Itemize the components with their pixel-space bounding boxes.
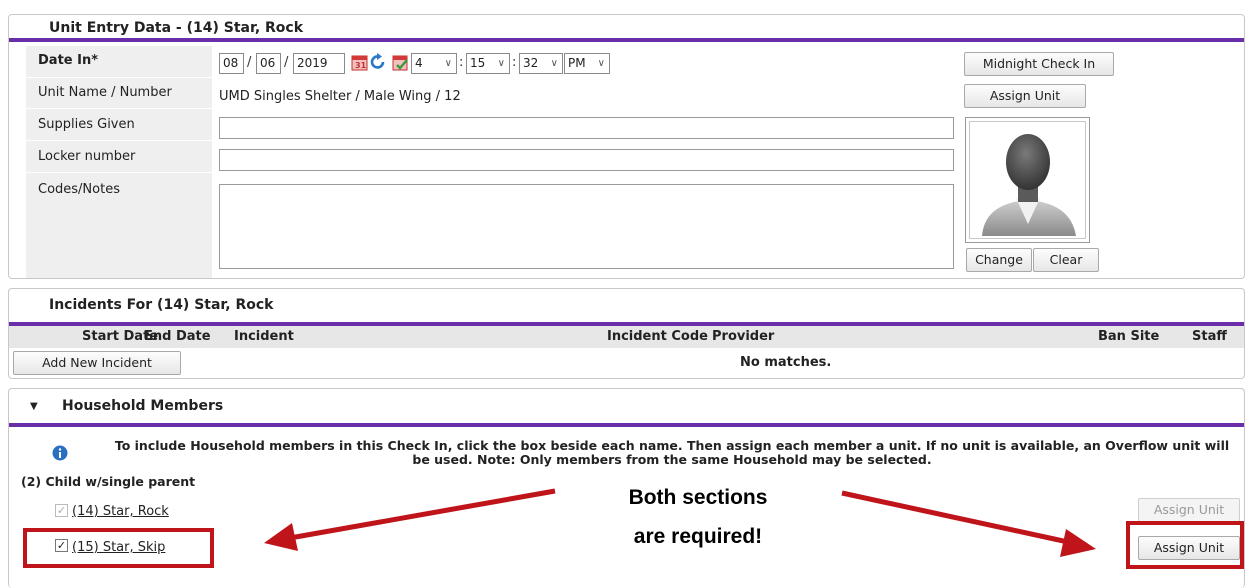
change-photo-button[interactable]: Change [966,248,1032,272]
incidents-grid-header: Start Date End Date Incident Incident Co… [9,326,1244,348]
date-separator: / [247,55,252,70]
time-separator: : [459,55,464,70]
highlight-box-left [23,528,214,568]
member-checkbox-rock: ✓ [55,504,68,517]
refresh-icon[interactable] [369,53,387,72]
col-incident[interactable]: Incident [234,326,294,348]
calendar-check-icon[interactable] [392,53,410,72]
calendar-icon[interactable]: 31 [351,53,369,72]
household-info-text: To include Household members in this Che… [114,438,1230,467]
household-group-label: (2) Child w/single parent [21,474,196,489]
minute-value: 15 [470,56,486,70]
avatar [982,134,1076,236]
hour-select[interactable]: 4 ∨ [411,53,457,74]
col-incident-code[interactable]: Incident Code [607,326,708,348]
household-title-bar: ▼ Household Members [9,389,1244,427]
clear-photo-button[interactable]: Clear [1033,248,1099,272]
codes-notes-label: Codes/Notes [38,182,120,197]
household-title: Household Members [62,398,224,414]
supplies-given-label: Supplies Given [38,117,135,132]
assign-unit-button[interactable]: Assign Unit [964,84,1086,108]
time-separator: : [512,55,517,70]
chevron-down-icon: ∨ [550,58,558,69]
highlight-box-right [1126,521,1244,569]
codes-notes-textarea[interactable] [219,184,954,269]
locker-number-input[interactable] [219,149,954,171]
chevron-down-icon: ∨ [444,58,452,69]
col-staff[interactable]: Staff [1192,326,1227,348]
second-select[interactable]: 32 ∨ [519,53,563,74]
assign-unit-button-rock: Assign Unit [1138,498,1240,522]
row-divider [26,77,952,78]
row-divider [26,140,952,141]
hour-value: 4 [415,56,423,70]
info-icon [52,445,68,461]
chevron-down-icon: ∨ [597,58,605,69]
unit-entry-title: Unit Entry Data - (14) Star, Rock [49,20,304,36]
arrow-right-icon [841,490,1096,557]
minute-select[interactable]: 15 ∨ [466,53,510,74]
ampm-value: PM [568,56,586,70]
date-separator: / [284,55,289,70]
unit-name-value: UMD Singles Shelter / Male Wing / 12 [219,89,461,104]
col-ban-site[interactable]: Ban Site [1098,326,1159,348]
date-day-field[interactable]: 06 [256,53,281,74]
profile-photo-frame [965,117,1090,243]
date-in-label: Date In* [38,53,99,68]
add-new-incident-button[interactable]: Add New Incident [13,351,181,375]
incidents-title: Incidents For (14) Star, Rock [49,297,274,313]
ampm-select[interactable]: PM ∨ [564,53,610,74]
row-divider [26,172,952,173]
unit-entry-title-bar: Unit Entry Data - (14) Star, Rock [9,15,1244,42]
midnight-check-in-button[interactable]: Midnight Check In [964,52,1114,76]
col-provider[interactable]: Provider [712,326,774,348]
arrow-left-icon [264,488,556,551]
callout-line-1: Both sections [628,486,768,509]
row-divider [26,108,952,109]
unit-name-label: Unit Name / Number [38,85,172,100]
chevron-down-icon: ∨ [497,58,505,69]
incidents-title-bar: Incidents For (14) Star, Rock [9,289,1244,326]
svg-text:31: 31 [355,61,367,70]
supplies-given-input[interactable] [219,117,954,139]
member-link-rock[interactable]: (14) Star, Rock [72,504,169,519]
date-year-field[interactable]: 2019 [293,53,345,74]
col-end-date[interactable]: End Date [144,326,211,348]
locker-number-label: Locker number [38,149,136,164]
collapse-toggle-icon[interactable]: ▼ [30,389,38,424]
second-value: 32 [523,56,539,70]
date-month-field[interactable]: 08 [219,53,244,74]
callout-line-2: are required! [633,525,763,548]
no-matches-text: No matches. [740,355,832,370]
